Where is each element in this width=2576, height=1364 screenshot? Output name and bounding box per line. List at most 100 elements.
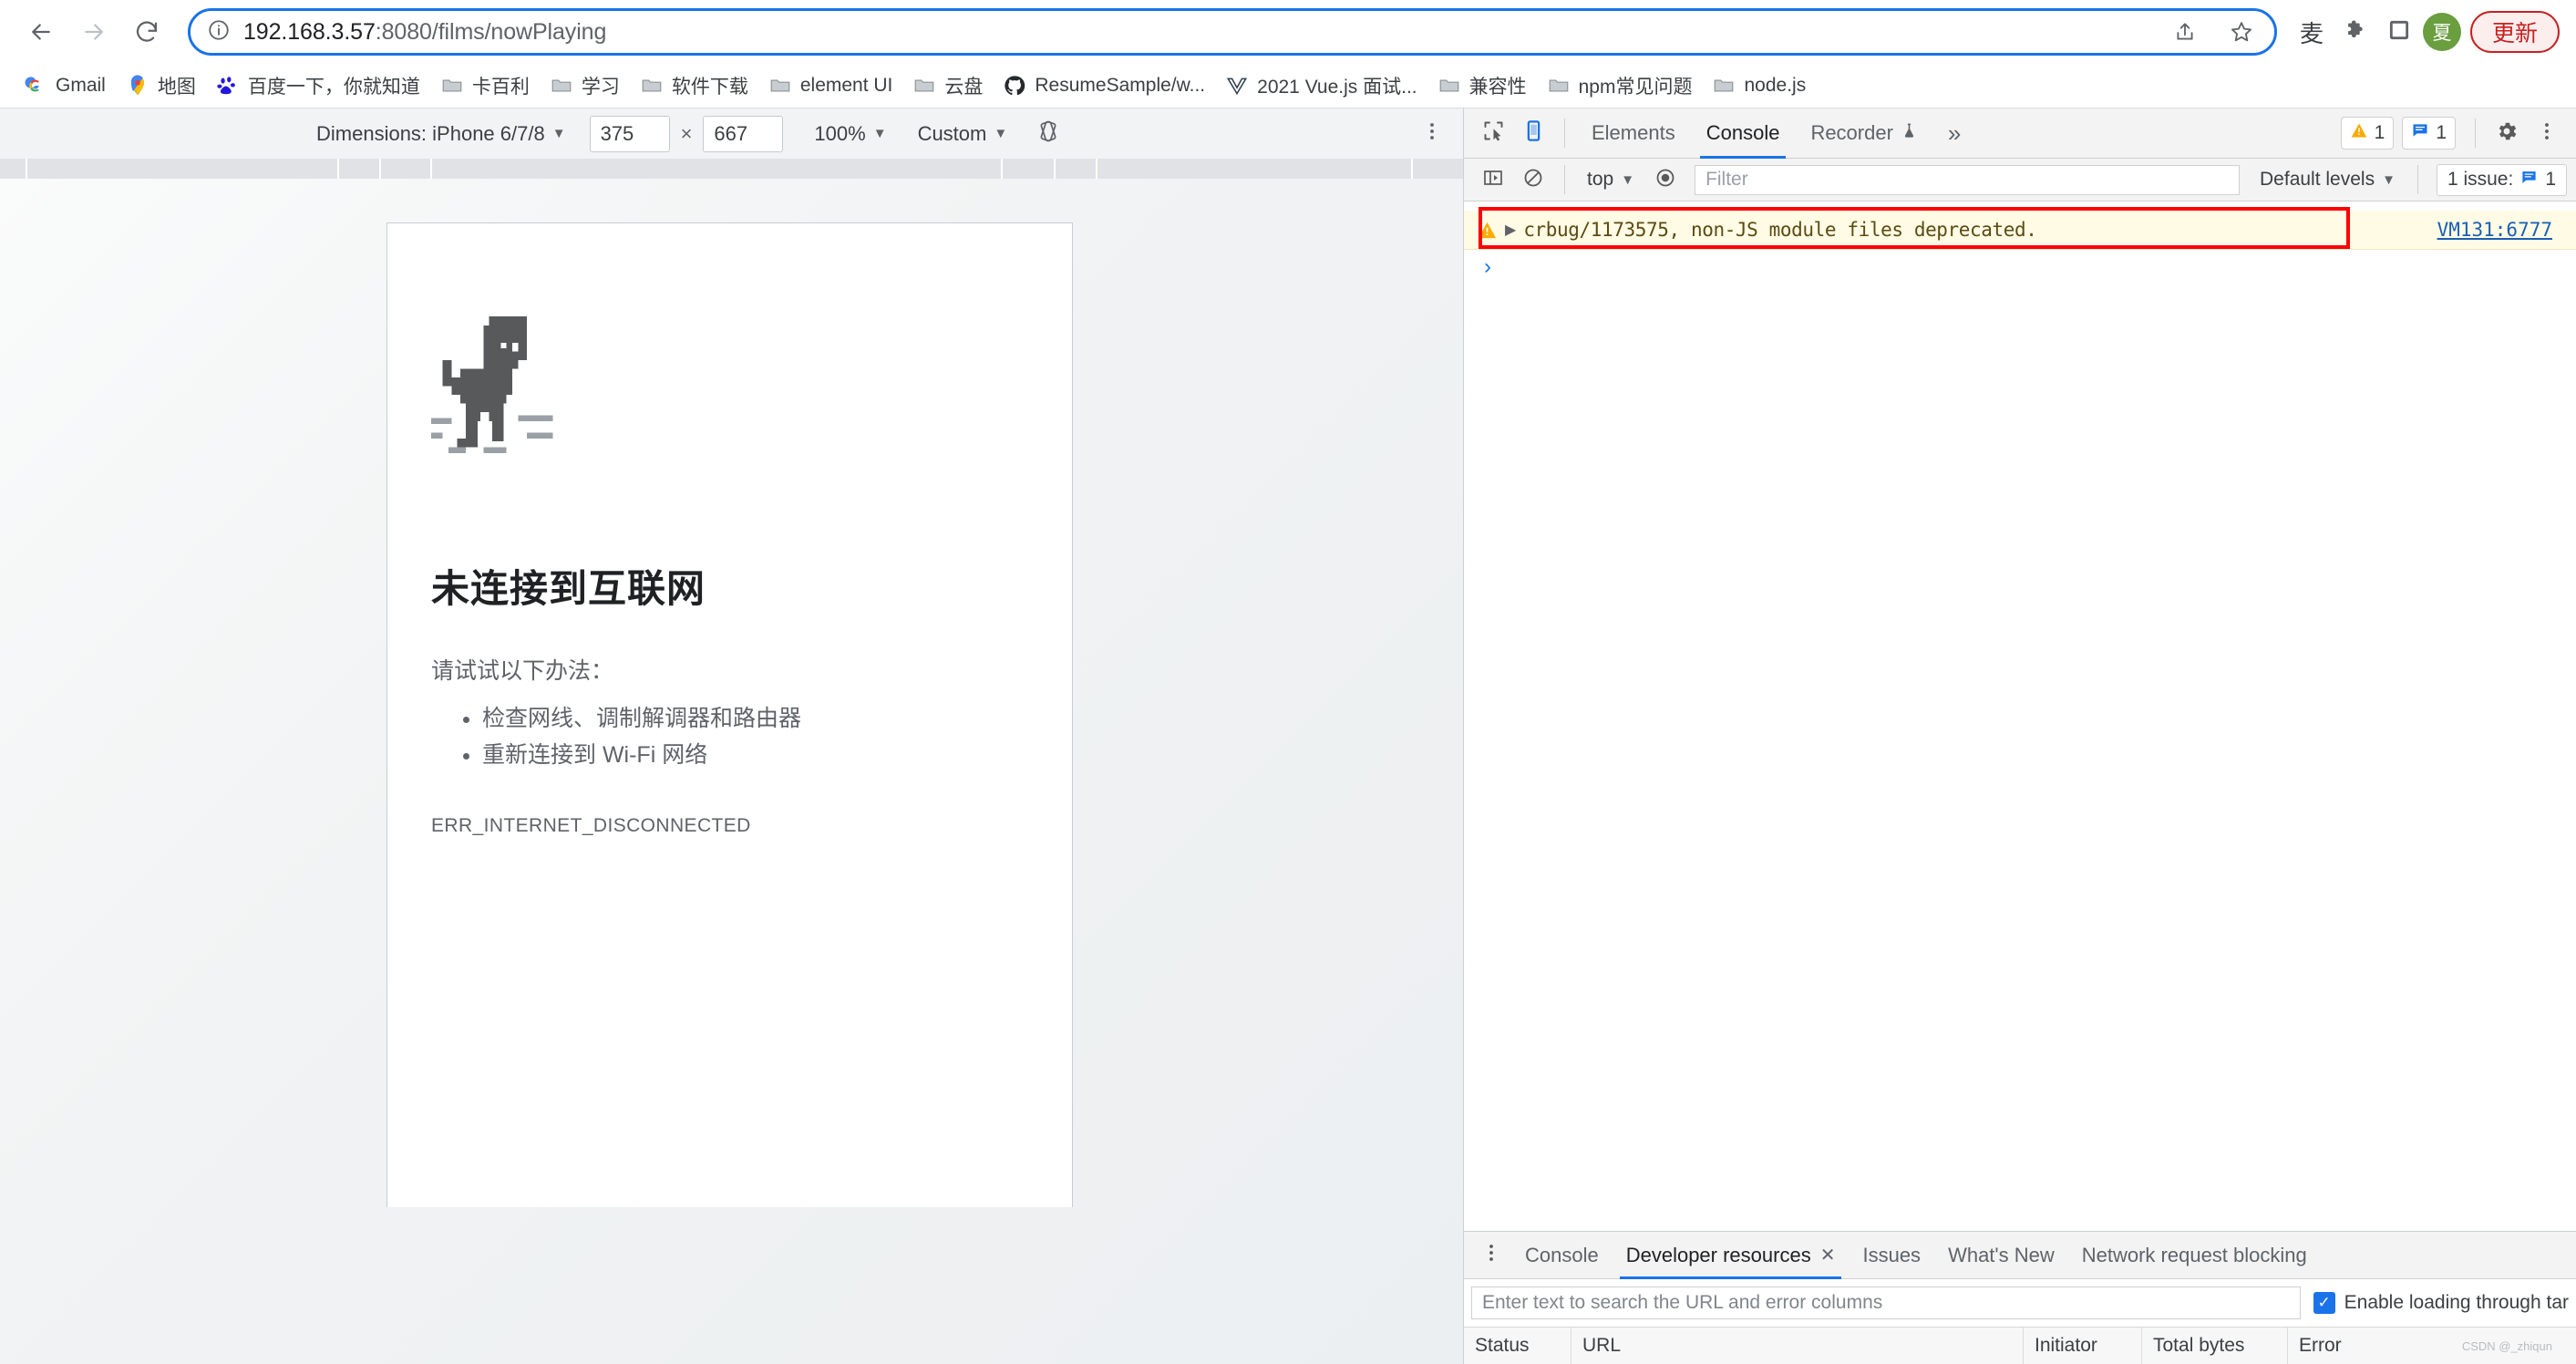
- reload-button[interactable]: [122, 7, 171, 57]
- column-header-url[interactable]: URL: [1571, 1328, 2024, 1364]
- side-panel-button[interactable]: [2379, 12, 2419, 52]
- drawer-tab-console[interactable]: Console: [1511, 1232, 1613, 1279]
- bookmark-maps[interactable]: 地图: [117, 67, 205, 104]
- dimension-separator: ×: [680, 121, 693, 145]
- tab-recorder[interactable]: Recorder: [1795, 108, 1932, 159]
- live-expression-icon: [1654, 167, 1676, 193]
- bookmark-folder-nodejs[interactable]: node.js: [1703, 69, 1815, 102]
- bookmark-label: element UI: [799, 75, 893, 96]
- device-toolbar-toggle[interactable]: [1513, 113, 1553, 153]
- devtools-more-button[interactable]: [2527, 113, 2567, 153]
- enable-loading-checkbox-group[interactable]: ✓ Enable loading through tar: [2313, 1292, 2569, 1314]
- address-bar[interactable]: 192.168.3.57:8080/films/nowPlaying: [188, 8, 2277, 56]
- drawer-more-button[interactable]: [1471, 1235, 1511, 1276]
- log-levels-dropdown[interactable]: Default levels ▼: [2249, 169, 2406, 191]
- device-screen[interactable]: 未连接到互联网 请试试以下办法： 检查网线、调制解调器和路由器 重新连接到 Wi…: [386, 222, 1073, 1207]
- drawer-tab-label: Developer resources: [1625, 1243, 1811, 1266]
- device-ruler[interactable]: [0, 159, 1463, 179]
- update-button[interactable]: 更新: [2469, 11, 2560, 53]
- forward-arrow-icon: [80, 18, 108, 46]
- bookmark-label: 学习: [581, 77, 620, 98]
- column-header-status[interactable]: Status: [1464, 1328, 1571, 1364]
- drawer-tab-issues[interactable]: Issues: [1849, 1232, 1934, 1279]
- omnibox-actions: [2165, 12, 2262, 52]
- forward-button[interactable]: [69, 7, 118, 57]
- bookmark-github-resumesample[interactable]: ResumeSample/w...: [994, 69, 1214, 102]
- tab-console[interactable]: Console: [1691, 108, 1796, 159]
- bookmark-baidu[interactable]: 百度一下，你就知道: [207, 67, 429, 104]
- more-tabs-button[interactable]: »: [1933, 119, 1975, 148]
- zoom-dropdown[interactable]: 100% ▼: [814, 122, 886, 146]
- width-input[interactable]: 375: [589, 115, 670, 152]
- console-warning-row[interactable]: ▶ crbug/1173575, non-JS module files dep…: [1464, 211, 2576, 250]
- console-prompt-caret[interactable]: ›: [1484, 256, 1491, 278]
- main-area: Dimensions: iPhone 6/7/8 ▼ 375 × 667 100…: [0, 108, 2576, 1364]
- chevron-down-icon: ▼: [551, 126, 566, 141]
- back-button[interactable]: [16, 7, 66, 57]
- bookmark-folder-compat[interactable]: 兼容性: [1428, 67, 1536, 104]
- close-icon[interactable]: ✕: [1820, 1244, 1836, 1266]
- bookmark-gmail[interactable]: Gmail: [15, 69, 115, 102]
- console-filter-input[interactable]: Filter: [1695, 164, 2241, 195]
- inspect-element-button[interactable]: [1473, 113, 1513, 153]
- extension-mai-button[interactable]: 麦: [2292, 12, 2332, 52]
- back-arrow-icon: [27, 18, 55, 46]
- rotate-device-icon: [1036, 119, 1060, 148]
- drawer-tab-whats-new[interactable]: What's New: [1934, 1232, 2068, 1279]
- bookmark-folder-npm[interactable]: npm常见问题: [1538, 67, 1702, 104]
- levels-value: Default levels: [2260, 169, 2375, 190]
- maps-pin-icon: [126, 74, 149, 98]
- settings-button[interactable]: [2487, 113, 2527, 153]
- resource-search-input[interactable]: Enter text to search the URL and error c…: [1471, 1286, 2301, 1319]
- tab-elements[interactable]: Elements: [1576, 108, 1691, 159]
- site-info-icon[interactable]: [207, 18, 231, 46]
- folder-icon: [768, 74, 792, 98]
- warnings-chip[interactable]: 1: [2340, 117, 2395, 150]
- list-item: 重新连接到 Wi-Fi 网络: [482, 738, 1072, 774]
- drawer-tab-developer-resources[interactable]: Developer resources ✕: [1613, 1232, 1850, 1279]
- extensions-button[interactable]: [2335, 12, 2375, 52]
- bookmark-star-icon[interactable]: [2221, 12, 2262, 52]
- puzzle-piece-icon: [2343, 17, 2368, 47]
- warning-triangle-icon: [1477, 220, 1498, 241]
- bookmark-folder-xuexi[interactable]: 学习: [541, 67, 629, 104]
- bookmark-label: ResumeSample/w...: [1035, 75, 1206, 96]
- console-message-source-link[interactable]: VM131:6777: [2437, 219, 2563, 241]
- device-toolbar-icon: [1521, 119, 1546, 148]
- throttling-dropdown[interactable]: Custom ▼: [918, 122, 1008, 146]
- bookmark-folder-software[interactable]: 软件下载: [631, 67, 757, 104]
- column-header-error[interactable]: Error CSDN @_zhiqun: [2288, 1328, 2576, 1364]
- execution-context-dropdown[interactable]: top ▼: [1576, 169, 1645, 191]
- clear-console-button[interactable]: [1513, 160, 1553, 200]
- bookmarks-bar: Gmail 地图 百度一下，你就知道 卡百利 学习 软件下载 element U…: [0, 64, 2576, 108]
- bookmark-label: npm常见问题: [1578, 77, 1693, 98]
- bookmark-folder-element-ui[interactable]: element UI: [759, 69, 902, 102]
- bookmark-folder-yunpan[interactable]: 云盘: [903, 67, 992, 104]
- bookmark-label: 地图: [157, 77, 196, 98]
- more-vertical-icon: [1480, 1242, 1502, 1268]
- bookmark-folder-kabaili[interactable]: 卡百利: [431, 67, 539, 104]
- rotate-device-button[interactable]: [1036, 119, 1060, 148]
- triangle-right-icon[interactable]: ▶: [1505, 221, 1516, 239]
- column-header-initiator[interactable]: Initiator: [2024, 1328, 2142, 1364]
- dimensions-dropdown[interactable]: Dimensions: iPhone 6/7/8 ▼: [316, 122, 566, 146]
- error-code: ERR_INTERNET_DISCONNECTED: [431, 815, 751, 836]
- checkbox-checked-icon[interactable]: ✓: [2313, 1292, 2335, 1314]
- chevron-down-icon: ▼: [1621, 171, 1635, 188]
- console-message-area[interactable]: ▶ crbug/1173575, non-JS module files dep…: [1464, 202, 2576, 1231]
- share-icon[interactable]: [2165, 12, 2205, 52]
- console-issues-button[interactable]: 1 issue: 1: [2436, 163, 2567, 196]
- device-toolbar-more-button[interactable]: [1421, 120, 1443, 147]
- profile-avatar[interactable]: 夏: [2422, 13, 2461, 51]
- column-header-total-bytes[interactable]: Total bytes: [2142, 1328, 2288, 1364]
- offline-suggestion-list: 检查网线、调制解调器和路由器 重新连接到 Wi-Fi 网络: [482, 701, 1072, 773]
- console-sidebar-button[interactable]: [1473, 160, 1513, 200]
- bookmark-vue-interview[interactable]: 2021 Vue.js 面试...: [1216, 67, 1426, 104]
- bookmark-label: node.js: [1744, 75, 1807, 96]
- issues-chip[interactable]: 1: [2402, 117, 2456, 150]
- folder-icon: [1547, 74, 1571, 98]
- height-input[interactable]: 667: [703, 115, 784, 152]
- live-expression-button[interactable]: [1645, 160, 1685, 200]
- drawer-tab-network-request-blocking[interactable]: Network request blocking: [2068, 1232, 2321, 1279]
- issues-label: 1 issue:: [2447, 169, 2514, 190]
